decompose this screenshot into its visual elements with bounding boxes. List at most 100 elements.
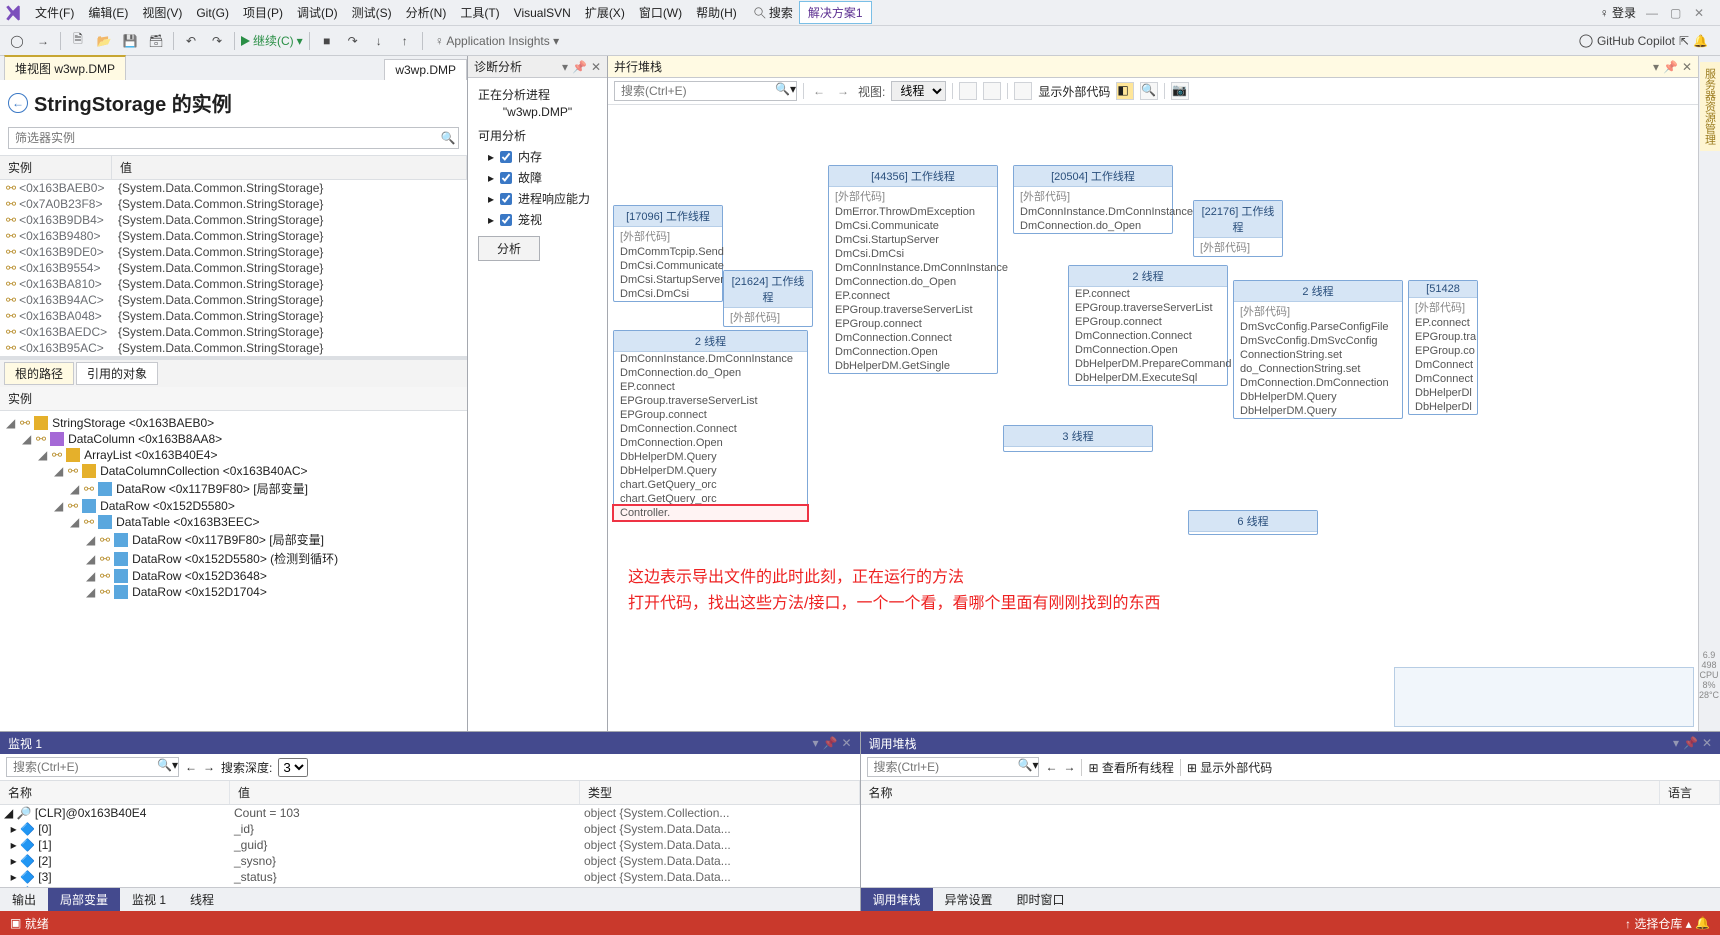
stack-frame[interactable]: [外部代码] bbox=[829, 187, 997, 205]
stack-frame[interactable]: DmConnection.Connect bbox=[1069, 329, 1227, 343]
stack-frame[interactable]: DbHelperDM.Query bbox=[1234, 404, 1402, 418]
stack-frame[interactable]: DbHelperDM.PrepareCommand bbox=[1069, 357, 1227, 371]
stack-frame[interactable]: ConnectionString.set bbox=[1234, 348, 1402, 362]
diag-checkbox[interactable] bbox=[500, 214, 512, 226]
server-explorer-tab[interactable]: 服务器资源管理 bbox=[1700, 62, 1720, 151]
stack-frame[interactable]: DmCsi.DmCsi bbox=[829, 247, 997, 261]
diag-checkbox[interactable] bbox=[500, 193, 512, 205]
close-icon[interactable]: ✕ bbox=[1702, 736, 1712, 750]
stack-frame[interactable]: DmConnection.DmConnection bbox=[1234, 376, 1402, 390]
menu-test[interactable]: 测试(S) bbox=[345, 2, 399, 23]
ps-nav-fwd-icon[interactable]: → bbox=[834, 84, 852, 98]
pin-icon[interactable]: 📌 bbox=[1663, 60, 1678, 74]
menubar-search[interactable]: 搜索 bbox=[754, 4, 793, 21]
stack-frame[interactable]: DmConnInstance.DmConnInstance bbox=[614, 352, 807, 366]
nav-fwd-icon[interactable]: → bbox=[32, 30, 54, 52]
menu-svn[interactable]: VisualSVN bbox=[507, 4, 578, 22]
stack-box[interactable]: 2 线程EP.connectEPGroup.traverseServerList… bbox=[1068, 265, 1228, 386]
tab-immediate[interactable]: 即时窗口 bbox=[1005, 888, 1077, 911]
stack-frame[interactable]: DmConnection.Connect bbox=[829, 331, 997, 345]
stack-frame[interactable]: DbHelperDM.GetSingle bbox=[829, 359, 997, 373]
stack-box[interactable]: 2 线程[外部代码]DmSvcConfig.ParseConfigFileDmS… bbox=[1233, 280, 1403, 419]
menu-git[interactable]: Git(G) bbox=[189, 4, 236, 22]
share-icon[interactable]: ⇱ bbox=[1679, 34, 1689, 48]
stack-frame[interactable]: EP.connect bbox=[1409, 316, 1477, 330]
watch-row[interactable]: ▸ 🔷 [3]_status}object {System.Data.Data.… bbox=[0, 869, 860, 885]
dropdown-icon[interactable]: ▾ bbox=[812, 736, 818, 750]
depth-select[interactable]: 3 bbox=[278, 758, 308, 777]
menu-project[interactable]: 项目(P) bbox=[236, 2, 290, 23]
instance-row[interactable]: ⚯<0x163B9DE0>{System.Data.Common.StringS… bbox=[0, 244, 467, 260]
tree-row[interactable]: ◢⚯DataRow <0x152D3648> bbox=[6, 568, 461, 584]
stack-frame[interactable]: DmConnection.Connect bbox=[614, 422, 807, 436]
stack-frame[interactable]: DbHelperDM.Query bbox=[1234, 390, 1402, 404]
diag-option[interactable]: ▸笼视 bbox=[478, 209, 597, 230]
stack-frame[interactable]: DbHelperDl bbox=[1409, 386, 1477, 400]
nav-back-icon[interactable]: ◯ bbox=[6, 30, 28, 52]
pin-icon[interactable]: 📌 bbox=[572, 60, 587, 74]
stack-frame[interactable]: DmConnection.do_Open bbox=[829, 275, 997, 289]
stop-icon[interactable]: ▣ bbox=[10, 916, 21, 930]
watch-row[interactable]: ◢ 🔎 [CLR]@0x163B40E4Count = 103object {S… bbox=[0, 805, 860, 821]
stack-frame[interactable]: chart.GetQuery_orc bbox=[614, 492, 807, 506]
close-icon[interactable]: ✕ bbox=[591, 60, 601, 74]
step-out-icon[interactable]: ↑ bbox=[394, 30, 416, 52]
cs-nav-fwd-icon[interactable]: → bbox=[1063, 760, 1075, 774]
tree-row[interactable]: ◢⚯DataColumnCollection <0x163B40AC> bbox=[6, 463, 461, 479]
watch-list[interactable]: ◢ 🔎 [CLR]@0x163B40E4Count = 103object {S… bbox=[0, 805, 860, 887]
save-icon[interactable]: 💾 bbox=[119, 30, 141, 52]
menu-debug[interactable]: 调试(D) bbox=[290, 2, 345, 23]
heap-tab[interactable]: 堆视图 w3wp.DMP bbox=[4, 55, 126, 80]
stack-frame[interactable]: DmConnection.Open bbox=[614, 436, 807, 450]
stack-frame[interactable]: DmConnInstance.DmConnInstance bbox=[829, 261, 997, 275]
instance-row[interactable]: ⚯<0x7A0B23F8>{System.Data.Common.StringS… bbox=[0, 196, 467, 212]
stack-frame[interactable]: DbHelperDM.Query bbox=[614, 450, 807, 464]
stack-frame[interactable] bbox=[1004, 449, 1152, 451]
heap-filter[interactable]: 🔍 bbox=[8, 127, 459, 149]
stack-frame[interactable]: DmCsi.StartupServer bbox=[829, 233, 997, 247]
stack-frame[interactable]: DmCsi.DmCsi bbox=[614, 287, 722, 301]
bell-icon[interactable]: 🔔 bbox=[1693, 34, 1708, 48]
redo-icon[interactable]: ↷ bbox=[206, 30, 228, 52]
watch-search-input[interactable] bbox=[7, 758, 157, 776]
step-over-icon[interactable]: ↷ bbox=[342, 30, 364, 52]
menu-edit[interactable]: 编辑(E) bbox=[81, 2, 135, 23]
search-icon[interactable]: 🔍▾ bbox=[157, 758, 178, 776]
callstack-search-input[interactable] bbox=[868, 758, 1018, 776]
watch-nav-fwd-icon[interactable]: → bbox=[203, 760, 215, 774]
tree-row[interactable]: ◢⚯DataRow <0x117B9F80> [局部变量] bbox=[6, 530, 461, 549]
open-icon[interactable]: 📂 bbox=[93, 30, 115, 52]
object-tree[interactable]: ◢⚯StringStorage <0x163BAEB0>◢⚯DataColumn… bbox=[0, 411, 467, 604]
dropdown-icon[interactable]: ▾ bbox=[1673, 736, 1679, 750]
github-copilot-button[interactable]: GitHub Copilot ⇱ 🔔 bbox=[1579, 34, 1714, 48]
instance-row[interactable]: ⚯<0x163BA048>{System.Data.Common.StringS… bbox=[0, 308, 467, 324]
stack-frame[interactable]: DmSvcConfig.ParseConfigFile bbox=[1234, 320, 1402, 334]
stack-box[interactable]: [20504] 工作线程[外部代码]DmConnInstance.DmConnI… bbox=[1013, 165, 1173, 234]
tab-root-path[interactable]: 根的路径 bbox=[4, 362, 74, 385]
diag-option[interactable]: ▸内存 bbox=[478, 146, 597, 167]
new-file-icon[interactable]: 🗎 bbox=[67, 30, 89, 52]
stop-icon[interactable]: ■ bbox=[316, 30, 338, 52]
instance-row[interactable]: ⚯<0x163B95AC>{System.Data.Common.StringS… bbox=[0, 340, 467, 356]
stack-frame[interactable]: DmConnection.do_Open bbox=[1014, 219, 1172, 233]
doc-tab-w3wp[interactable]: w3wp.DMP bbox=[384, 59, 467, 80]
stack-box[interactable]: 6 线程 bbox=[1188, 510, 1318, 535]
stack-frame[interactable]: DmConnect bbox=[1409, 372, 1477, 386]
stack-frame[interactable]: DmCsi.Communicate bbox=[614, 259, 722, 273]
watch-row[interactable]: ▸ 🔷 [0]_id}object {System.Data.Data... bbox=[0, 821, 860, 837]
stack-frame[interactable]: DmConnInstance.DmConnInstance bbox=[1014, 205, 1172, 219]
continue-button[interactable]: 继续(C) ▾ bbox=[241, 32, 303, 49]
instance-row[interactable]: ⚯<0x163B9DB4>{System.Data.Common.StringS… bbox=[0, 212, 467, 228]
cs-col-name[interactable]: 名称 bbox=[861, 781, 1661, 804]
stack-frame[interactable]: Controller. bbox=[614, 506, 807, 520]
search-icon[interactable]: 🔍▾ bbox=[775, 82, 796, 100]
cs-nav-back-icon[interactable]: ← bbox=[1045, 760, 1057, 774]
tab-locals[interactable]: 局部变量 bbox=[48, 888, 120, 911]
stack-frame[interactable]: [外部代码] bbox=[1234, 302, 1402, 320]
tab-ref-obj[interactable]: 引用的对象 bbox=[76, 362, 158, 385]
stack-frame[interactable]: DmConnection.Open bbox=[829, 345, 997, 359]
ps-toggle1-icon[interactable] bbox=[959, 82, 977, 100]
menu-file[interactable]: 文件(F) bbox=[28, 2, 81, 23]
instance-row[interactable]: ⚯<0x163BA810>{System.Data.Common.StringS… bbox=[0, 276, 467, 292]
tree-row[interactable]: ◢⚯DataRow <0x152D5580> bbox=[6, 498, 461, 514]
